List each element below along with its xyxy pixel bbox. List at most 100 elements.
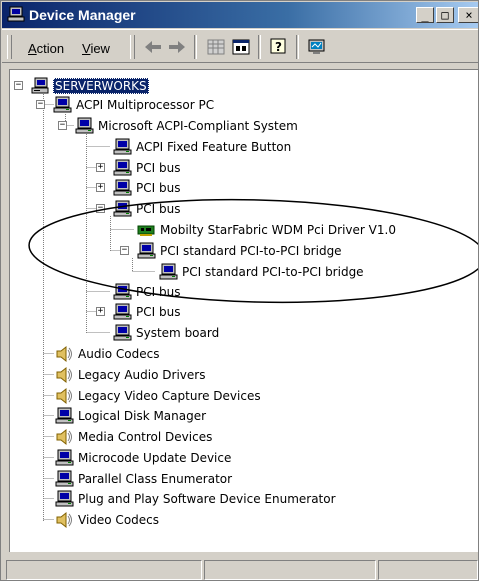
tree-item-label: PCI standard PCI-to-PCI bridge [160, 244, 342, 258]
tree-item[interactable]: Mobilty StarFabric WDM Pci Driver V1.0 [136, 220, 397, 240]
expand-icon[interactable]: + [96, 307, 105, 316]
tree-item[interactable]: PCI bus [112, 282, 181, 302]
tree-item-label: Audio Codecs [78, 347, 160, 361]
speaker-icon [54, 428, 74, 446]
tree-item[interactable]: PCI bus [112, 178, 181, 198]
tree-item-label: ACPI Multiprocessor PC [76, 98, 215, 112]
svg-text:?: ? [275, 40, 282, 54]
window-title: Device Manager [29, 7, 136, 23]
back-arrow-icon [145, 41, 161, 53]
tree-item-label: Media Control Devices [78, 430, 213, 444]
tree-item[interactable]: Video Codecs [54, 510, 160, 530]
tree-item-label: Plug and Play Software Device Enumerator [78, 492, 336, 506]
minimize-button[interactable]: _ [416, 7, 434, 23]
tree-item[interactable]: Microcode Update Device [54, 448, 232, 468]
tree-item-label: SERVERWORKS [53, 78, 149, 94]
computer-icon [136, 242, 156, 260]
properties-button[interactable] [230, 37, 252, 57]
tree-item-label: Legacy Video Capture Devices [78, 389, 261, 403]
computer-icon [112, 324, 132, 342]
tree-item-label: Parallel Class Enumerator [78, 472, 233, 486]
tree-item[interactable]: Audio Codecs [54, 344, 161, 364]
tree-root-serverworks[interactable]: SERVERWORKS [30, 76, 149, 96]
status-pane-1 [6, 560, 202, 580]
tree-item[interactable]: Parallel Class Enumerator [54, 469, 233, 489]
close-button[interactable]: × [458, 7, 478, 23]
computer-icon [30, 77, 50, 95]
tree-item[interactable]: System board [112, 323, 220, 343]
menu-view-rest: iew [90, 41, 110, 56]
computer-icon [112, 283, 132, 301]
menu-view[interactable]: View [82, 41, 110, 56]
tree-item-label: PCI standard PCI-to-PCI bridge [182, 265, 364, 279]
tree-item[interactable]: Media Control Devices [54, 427, 213, 447]
menu-toolbar: Action View ? [2, 29, 478, 63]
speaker-icon [54, 387, 74, 405]
menu-action-accel: A [28, 41, 37, 56]
back-button[interactable] [142, 37, 164, 57]
tree-item[interactable]: Microsoft ACPI-Compliant System [74, 116, 299, 136]
tree-item[interactable]: Legacy Video Capture Devices [54, 386, 262, 406]
expand-icon[interactable]: + [96, 163, 105, 172]
status-pane-3 [378, 560, 478, 580]
speaker-icon [54, 511, 74, 529]
collapse-icon[interactable]: − [36, 100, 45, 109]
toolbar-grip[interactable] [7, 35, 12, 59]
tree-item-label: PCI bus [136, 305, 181, 319]
maximize-button[interactable]: □ [436, 7, 454, 23]
device-tree[interactable]: − SERVERWORKS − ACPI Multiprocessor PC − Micr… [9, 69, 478, 552]
tree-item-label: Logical Disk Manager [78, 409, 207, 423]
tree-item-label: ACPI Fixed Feature Button [136, 140, 292, 154]
tree-item[interactable]: PCI bus [112, 302, 181, 322]
computer-icon [112, 179, 132, 197]
tree-item[interactable]: PCI standard PCI-to-PCI bridge [158, 262, 365, 282]
tree-item-label: Video Codecs [78, 513, 160, 527]
status-pane-2 [204, 560, 376, 580]
tree-item-label: System board [136, 326, 220, 340]
title-bar[interactable]: Device Manager _ □ × [2, 2, 478, 28]
help-button[interactable]: ? [268, 37, 290, 57]
status-bar [2, 557, 478, 580]
computer-icon [52, 96, 72, 114]
collapse-icon[interactable]: − [58, 121, 67, 130]
tree-item[interactable]: Logical Disk Manager [54, 406, 207, 426]
tree-item-label: Microcode Update Device [78, 451, 232, 465]
toolbar-grip-2[interactable] [130, 35, 135, 59]
computer-icon [158, 263, 178, 281]
speaker-icon [54, 345, 74, 363]
expand-icon[interactable]: + [96, 183, 105, 192]
scan-hardware-button[interactable] [306, 37, 328, 57]
help-icon: ? [270, 38, 286, 54]
computer-icon [54, 407, 74, 425]
grid-view-button[interactable] [205, 37, 227, 57]
computer-icon [112, 138, 132, 156]
network-card-icon [136, 221, 156, 239]
tree-item-label: PCI bus [136, 202, 181, 216]
tree-item[interactable]: Legacy Audio Drivers [54, 365, 206, 385]
tree-item-label: PCI bus [136, 161, 181, 175]
tree-item[interactable]: PCI bus [112, 199, 181, 219]
tree-item[interactable]: ACPI Multiprocessor PC [52, 95, 215, 115]
computer-icon [112, 159, 132, 177]
tree-item[interactable]: ACPI Fixed Feature Button [112, 137, 292, 157]
device-manager-window: Device Manager _ □ × Action View ? − SER… [0, 0, 479, 581]
computer-icon [54, 490, 74, 508]
collapse-icon[interactable]: − [120, 246, 129, 255]
collapse-icon[interactable]: − [14, 81, 23, 90]
toolbar-separator-2 [258, 35, 261, 59]
menu-action-rest: ction [36, 41, 65, 56]
menu-action[interactable]: Action [28, 41, 64, 56]
toolbar-separator-3 [296, 35, 299, 59]
tree-item-label: PCI bus [136, 181, 181, 195]
properties-icon [232, 39, 250, 55]
computer-icon [112, 303, 132, 321]
forward-button[interactable] [166, 37, 188, 57]
collapse-icon[interactable]: − [96, 204, 105, 213]
tree-item[interactable]: PCI bus [112, 158, 181, 178]
monitor-scan-icon [308, 39, 325, 54]
device-manager-icon [7, 6, 25, 22]
tree-item[interactable]: Plug and Play Software Device Enumerator [54, 489, 337, 509]
grid-view-icon [207, 39, 225, 55]
tree-item-label: Mobilty StarFabric WDM Pci Driver V1.0 [160, 223, 396, 237]
tree-item[interactable]: PCI standard PCI-to-PCI bridge [136, 241, 343, 261]
